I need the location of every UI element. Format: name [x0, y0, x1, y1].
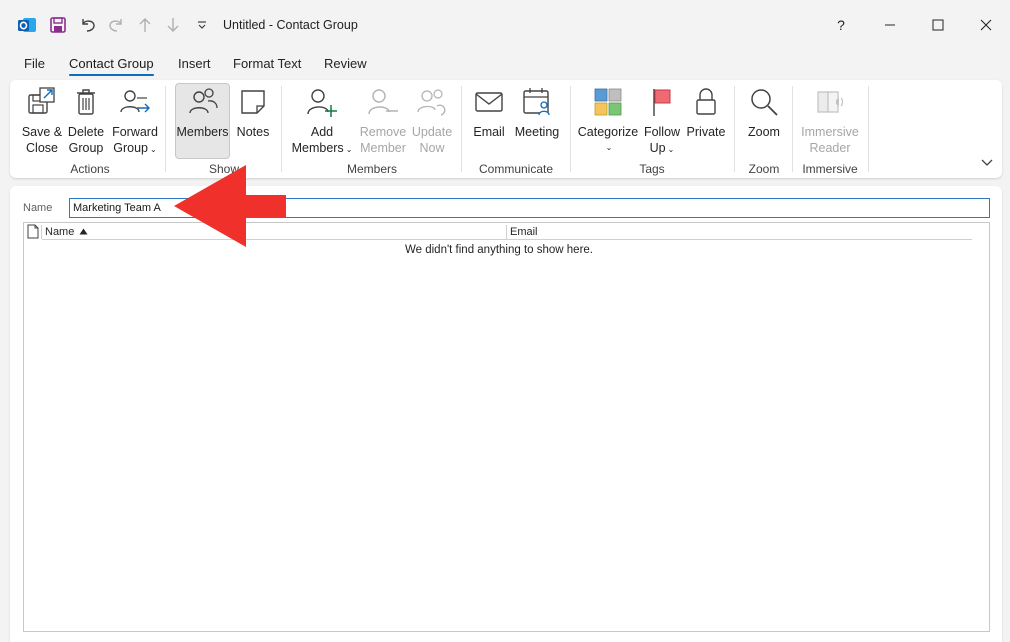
down-arrow-icon[interactable]	[162, 13, 184, 37]
contact-group-panel: Name Name Email We didn't find anything …	[10, 186, 1002, 642]
save-close-icon	[22, 84, 62, 120]
tab-file[interactable]: File	[24, 56, 45, 71]
zoom-button[interactable]: Zoom	[742, 84, 786, 158]
ribbon-separator	[868, 86, 869, 172]
remove-member-button[interactable]: Remove Member	[358, 84, 408, 158]
group-label-actions: Actions	[70, 162, 110, 176]
meeting-button[interactable]: Meeting	[512, 84, 562, 158]
members-icon	[183, 84, 223, 120]
meeting-icon	[517, 84, 557, 120]
categorize-icon	[588, 84, 628, 120]
up-arrow-icon[interactable]	[134, 13, 156, 37]
tab-insert[interactable]: Insert	[178, 56, 211, 71]
follow-up-button[interactable]: Follow Up ⌄	[642, 84, 682, 158]
outlook-app-icon[interactable]	[14, 13, 40, 37]
tab-format-text[interactable]: Format Text	[233, 56, 301, 71]
tab-review[interactable]: Review	[324, 56, 367, 71]
lock-icon	[686, 84, 726, 120]
ribbon-separator	[570, 86, 571, 172]
forward-group-icon	[115, 84, 155, 120]
ribbon-separator	[165, 86, 166, 172]
members-list[interactable]: Name Email We didn't find anything to sh…	[23, 222, 990, 632]
immersive-reader-icon	[810, 84, 850, 120]
group-label-zoom: Zoom	[748, 162, 780, 176]
minimize-button[interactable]	[875, 10, 905, 40]
update-people-icon	[412, 84, 452, 120]
red-arrow-annotation	[172, 163, 288, 252]
add-members-button[interactable]: Add Members ⌄	[290, 84, 354, 158]
group-label-tags: Tags	[639, 162, 665, 176]
customize-dropdown-icon[interactable]	[194, 13, 210, 37]
column-divider	[506, 225, 507, 239]
column-divider	[41, 225, 42, 239]
name-column-header[interactable]: Name	[45, 224, 88, 240]
update-now-button[interactable]: Update Now	[410, 84, 454, 158]
group-label-members: Members	[346, 162, 397, 176]
remove-person-icon	[363, 84, 403, 120]
delete-group-button[interactable]: Delete Group	[66, 84, 106, 158]
save-close-button[interactable]: Save & Close	[20, 84, 64, 158]
empty-list-message: We didn't find anything to show here.	[404, 244, 593, 256]
chevron-down-icon: ⌄	[667, 145, 675, 154]
document-icon	[27, 224, 39, 239]
save-icon[interactable]	[46, 13, 70, 37]
name-label: Name	[23, 202, 53, 214]
chevron-down-icon: ⌄	[150, 145, 157, 154]
flag-icon	[642, 84, 682, 120]
email-button[interactable]: Email	[470, 84, 508, 158]
notes-button[interactable]: Notes	[233, 84, 273, 158]
close-button[interactable]	[971, 10, 1001, 40]
members-view-button[interactable]: Members	[175, 83, 230, 159]
categorize-button[interactable]: Categorize ⌄	[578, 84, 638, 158]
maximize-button[interactable]	[923, 10, 953, 40]
ribbon: Save & Close Delete Group Forward Group ⌄…	[10, 80, 1002, 178]
title-bar: Untitled - Contact Group ?	[0, 0, 1010, 50]
undo-icon[interactable]	[76, 13, 100, 37]
help-button[interactable]: ?	[826, 10, 856, 40]
add-person-icon	[302, 84, 342, 120]
ribbon-separator	[281, 86, 282, 172]
immersive-reader-button[interactable]: Immersive Reader	[798, 84, 862, 158]
chevron-down-icon: ⌄	[605, 143, 613, 152]
chevron-down-icon: ⌄	[345, 145, 353, 154]
email-column-header[interactable]: Email	[510, 224, 538, 240]
window-title: Untitled - Contact Group	[223, 18, 358, 32]
collapse-ribbon-icon[interactable]	[980, 156, 994, 170]
redo-icon[interactable]	[104, 13, 128, 37]
trash-icon	[66, 84, 106, 120]
group-label-communicate: Communicate	[478, 162, 554, 176]
forward-group-button[interactable]: Forward Group ⌄	[110, 84, 160, 158]
group-label-immersive: Immersive	[802, 162, 858, 176]
ribbon-tabs: File Contact Group Insert Format Text Re…	[0, 52, 1010, 78]
envelope-icon	[469, 84, 509, 120]
ribbon-separator	[734, 86, 735, 172]
notes-icon	[233, 84, 273, 120]
magnifier-icon	[744, 84, 784, 120]
sort-ascending-icon	[79, 226, 88, 238]
ribbon-separator	[461, 86, 462, 172]
private-button[interactable]: Private	[684, 84, 728, 158]
tab-contact-group[interactable]: Contact Group	[69, 56, 154, 76]
ribbon-separator	[792, 86, 793, 172]
